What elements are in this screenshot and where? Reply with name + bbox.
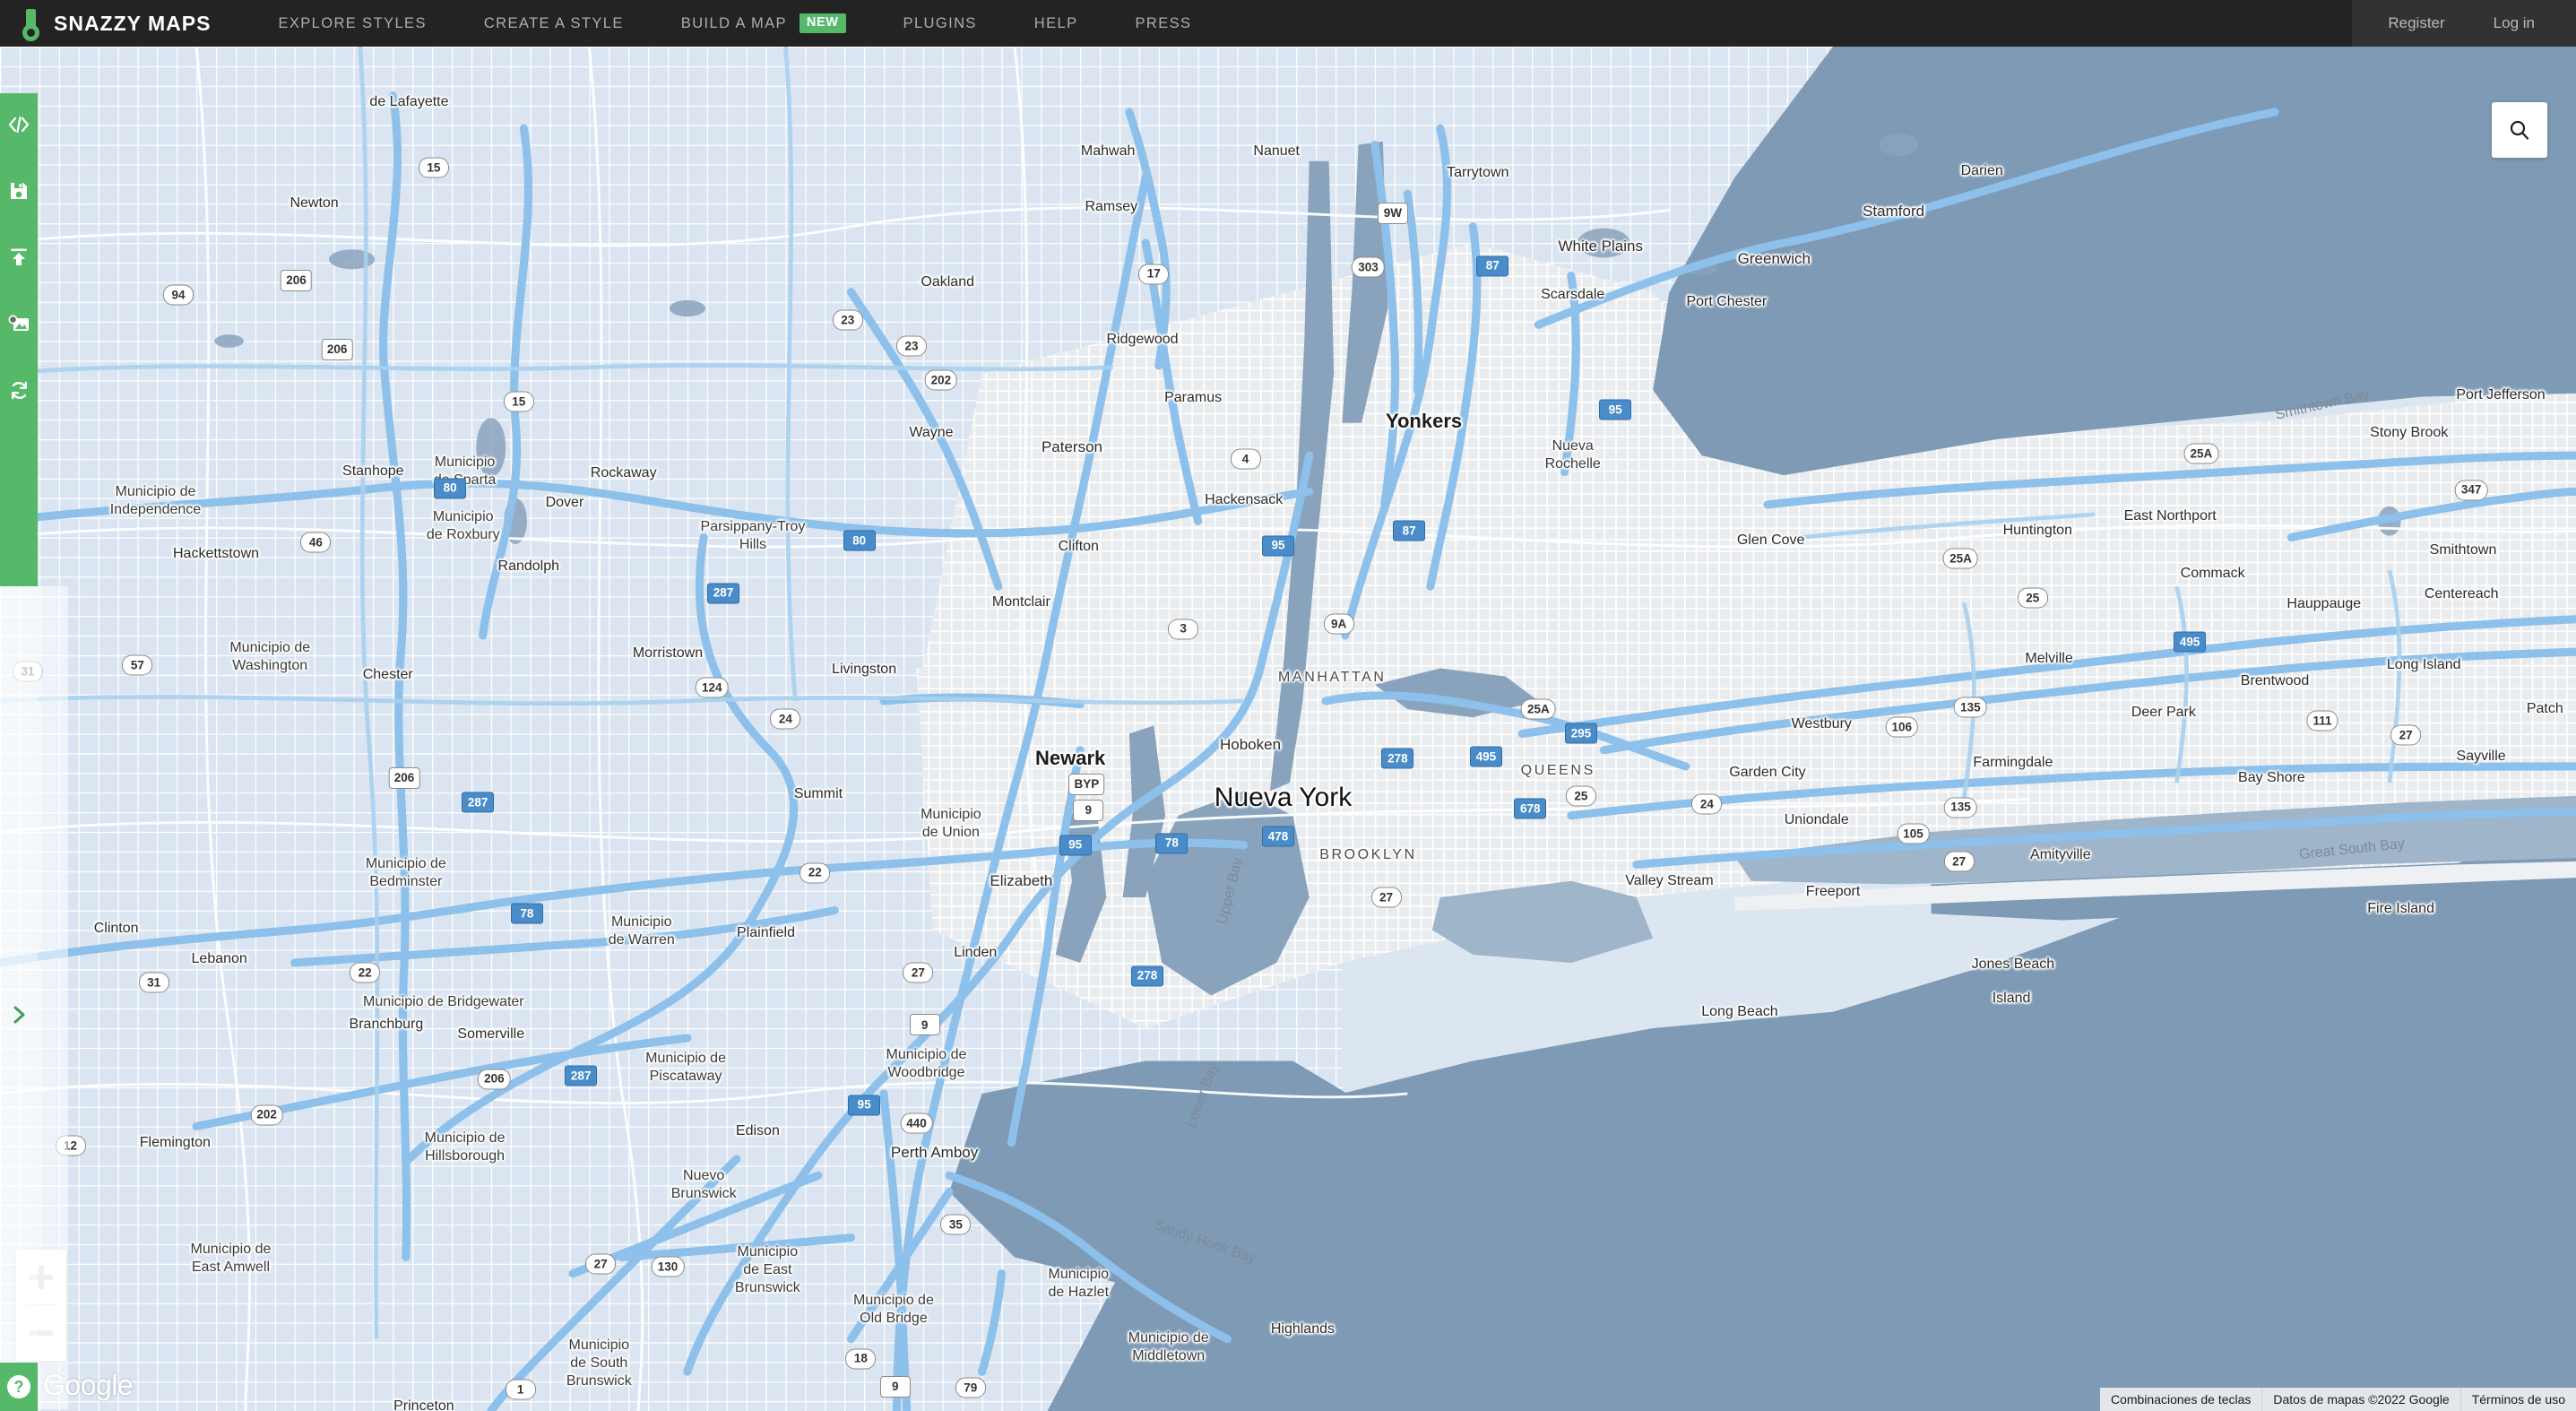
nav-item-plugins[interactable]: PLUGINS — [903, 0, 977, 47]
nav-label: HELP — [1033, 14, 1078, 31]
nav-item-create-a-style[interactable]: CREATE A STYLE — [484, 0, 624, 47]
refresh-icon[interactable] — [0, 368, 38, 412]
nav-label: PRESS — [1135, 14, 1192, 31]
help-button[interactable]: ? — [0, 1363, 38, 1411]
save-icon[interactable] — [0, 169, 38, 213]
main-nav: EXPLORE STYLES CREATE A STYLE BUILD A MA… — [278, 0, 1249, 47]
search-icon — [2510, 120, 2529, 140]
site-header: SNAZZY MAPS EXPLORE STYLES CREATE A STYL… — [0, 0, 2576, 47]
nav-item-explore-styles[interactable]: EXPLORE STYLES — [278, 0, 426, 47]
question-mark-icon: ? — [7, 1375, 30, 1398]
image-icon[interactable] — [0, 301, 38, 346]
style-editor-toolbar — [0, 93, 38, 586]
register-link[interactable]: Register — [2388, 14, 2444, 32]
map-data-credit: Datos de mapas ©2022 Google — [2261, 1388, 2459, 1411]
nav-item-build-a-map[interactable]: BUILD A MAP NEW — [681, 0, 846, 47]
map-search-button[interactable] — [2492, 102, 2547, 158]
login-link[interactable]: Log in — [2494, 14, 2535, 32]
header-auth-area: Register Log in — [2352, 0, 2576, 47]
new-badge: NEW — [799, 13, 846, 33]
nav-label: CREATE A STYLE — [483, 14, 624, 31]
terms-of-use-link[interactable]: Términos de uso — [2459, 1388, 2576, 1411]
nav-item-press[interactable]: PRESS — [1136, 0, 1192, 47]
nav-label: PLUGINS — [903, 14, 977, 31]
nav-item-help[interactable]: HELP — [1034, 0, 1078, 47]
nav-label: EXPLORE STYLES — [278, 14, 427, 31]
chevron-right-icon — [13, 1006, 25, 1024]
panel-expand-button[interactable] — [0, 995, 38, 1034]
style-panel-backdrop — [38, 586, 68, 1409]
code-icon[interactable] — [0, 102, 38, 147]
upload-icon[interactable] — [0, 235, 38, 280]
map-canvas[interactable]: de Lafayette Mahwah Nanuet Tarrytown Darien N… — [0, 47, 2576, 1411]
nav-label: BUILD A MAP — [680, 14, 787, 31]
map-attribution: Combinaciones de teclas Datos de mapas ©… — [2099, 1388, 2576, 1411]
map-tiles — [0, 47, 2576, 1411]
brand-logo[interactable]: SNAZZY MAPS — [0, 0, 211, 47]
keyboard-shortcuts-link[interactable]: Combinaciones de teclas — [2100, 1388, 2261, 1411]
brand-name: SNAZZY MAPS — [54, 11, 212, 35]
snazzy-maps-app: SNAZZY MAPS EXPLORE STYLES CREATE A STYL… — [0, 0, 2576, 1411]
map-pin-icon — [20, 7, 41, 41]
